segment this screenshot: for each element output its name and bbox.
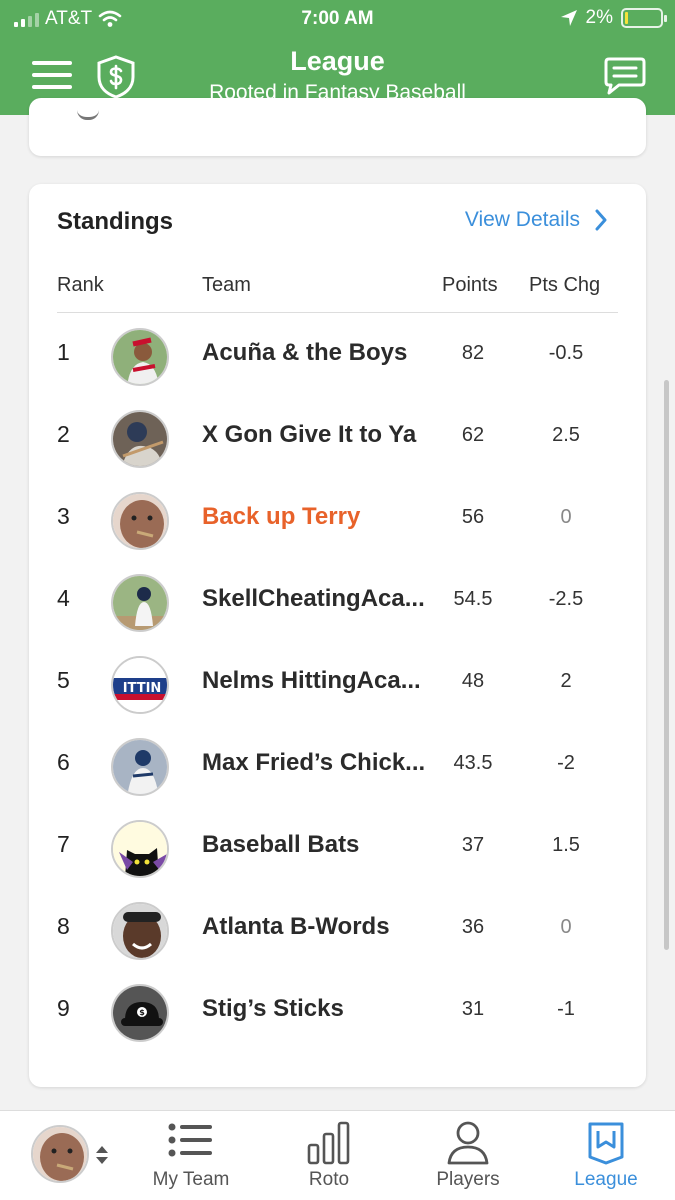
rank-value: 7 bbox=[57, 831, 70, 857]
column-header-team[interactable]: Team bbox=[202, 274, 251, 297]
team-avatar bbox=[111, 574, 169, 632]
rank-value: 9 bbox=[57, 995, 70, 1021]
my-avatar[interactable] bbox=[31, 1125, 89, 1183]
points-change-value: -0.5 bbox=[548, 342, 584, 364]
team-avatar bbox=[111, 410, 169, 468]
points-value: 48 bbox=[461, 670, 485, 692]
view-details-label: View Details bbox=[464, 208, 580, 231]
standings-row[interactable]: 2 X Gon Give It to Ya 62 2.5 bbox=[29, 397, 646, 479]
team-avatar bbox=[111, 902, 169, 960]
previous-card bbox=[29, 98, 646, 156]
points-change-value: -2 bbox=[557, 752, 575, 774]
standings-title: Standings bbox=[57, 208, 174, 235]
bottom-tab-bar: My Team Roto Players League bbox=[0, 1110, 675, 1200]
team-name[interactable]: Atlanta B-Words bbox=[202, 913, 434, 941]
team-avatar bbox=[111, 492, 169, 550]
scrollbar[interactable] bbox=[664, 380, 669, 950]
standings-card: Standings View Details Rank Team Points … bbox=[29, 184, 646, 1087]
standings-row[interactable]: 9 $ Stig’s Sticks 31 -1 bbox=[29, 971, 646, 1053]
points-change-value: 2.5 bbox=[552, 424, 580, 446]
points-change-value: 1.5 bbox=[552, 834, 580, 856]
header-divider bbox=[57, 312, 618, 313]
points-value: 37 bbox=[461, 834, 485, 856]
rank-value: 3 bbox=[57, 503, 70, 529]
rank-value: 5 bbox=[57, 667, 70, 693]
chat-icon[interactable] bbox=[603, 55, 647, 97]
team-avatar bbox=[111, 738, 169, 796]
points-value: 36 bbox=[461, 916, 485, 938]
card-fragment bbox=[77, 110, 99, 120]
standings-row[interactable]: 3 Back up Terry 56 0 bbox=[29, 479, 646, 561]
points-change-value: 2 bbox=[560, 670, 572, 692]
points-value: 62 bbox=[461, 424, 485, 446]
location-arrow-icon bbox=[560, 10, 577, 26]
status-bar: AT&T 7:00 AM 2% bbox=[0, 0, 675, 36]
team-name[interactable]: Baseball Bats bbox=[202, 831, 434, 859]
battery-icon bbox=[621, 8, 667, 28]
standings-row[interactable]: 7 Baseball Bats 37 1.5 bbox=[29, 807, 646, 889]
svg-text:ITTIN: ITTIN bbox=[123, 681, 162, 696]
list-icon bbox=[168, 1123, 212, 1157]
team-name[interactable]: Stig’s Sticks bbox=[202, 995, 434, 1023]
rank-value: 6 bbox=[57, 749, 70, 775]
points-value: 82 bbox=[461, 342, 485, 364]
view-details-link[interactable]: View Details bbox=[465, 208, 608, 232]
points-value: 56 bbox=[461, 506, 485, 528]
standings-row[interactable]: 6 Max Fried’s Chick... 43.5 -2 bbox=[29, 725, 646, 807]
rank-value: 2 bbox=[57, 421, 70, 447]
tab-league[interactable]: League bbox=[560, 1111, 652, 1200]
tab-label: My Team bbox=[152, 1169, 230, 1190]
tab-players[interactable]: Players bbox=[420, 1111, 516, 1200]
team-name[interactable]: X Gon Give It to Ya bbox=[202, 421, 434, 449]
team-name[interactable]: Acuña & the Boys bbox=[202, 339, 434, 367]
person-icon bbox=[447, 1121, 489, 1165]
column-header-pts-chg[interactable]: Pts Chg bbox=[529, 274, 600, 297]
team-avatar bbox=[111, 328, 169, 386]
team-name[interactable]: SkellCheatingAca... bbox=[202, 585, 434, 613]
standings-row[interactable]: 8 Atlanta B-Words 36 0 bbox=[29, 889, 646, 971]
bookmark-icon bbox=[588, 1122, 624, 1165]
team-switcher-arrows-icon[interactable] bbox=[95, 1144, 109, 1166]
standings-row[interactable]: 5 ITTIN Nelms HittingAca... 48 2 bbox=[29, 643, 646, 725]
points-change-value: 0 bbox=[560, 506, 572, 528]
team-avatar: ITTIN bbox=[111, 656, 169, 714]
tab-label: League bbox=[574, 1169, 638, 1190]
bar-chart-icon bbox=[307, 1121, 350, 1165]
rank-value: 1 bbox=[57, 339, 70, 365]
team-name[interactable]: Nelms HittingAca... bbox=[202, 667, 434, 695]
battery-info: 2% bbox=[560, 7, 667, 29]
page-title: League bbox=[290, 46, 385, 76]
standings-row[interactable]: 1 Acuña & the Boys 82 -0.5 bbox=[29, 315, 646, 397]
battery-percent: 2% bbox=[585, 7, 613, 28]
points-value: 31 bbox=[461, 998, 485, 1020]
points-value: 43.5 bbox=[453, 752, 493, 774]
tab-label: Players bbox=[436, 1169, 500, 1190]
points-value: 54.5 bbox=[453, 588, 493, 610]
rank-value: 8 bbox=[57, 913, 70, 939]
team-name-highlighted[interactable]: Back up Terry bbox=[202, 503, 434, 531]
team-name[interactable]: Max Fried’s Chick... bbox=[202, 749, 434, 777]
tab-roto[interactable]: Roto bbox=[280, 1111, 378, 1200]
column-header-points[interactable]: Points bbox=[442, 274, 498, 297]
tab-my-team[interactable]: My Team bbox=[140, 1111, 242, 1200]
team-avatar bbox=[111, 820, 169, 878]
chevron-right-icon bbox=[595, 209, 607, 231]
tab-label: Roto bbox=[308, 1169, 350, 1190]
points-change-value: -2.5 bbox=[548, 588, 584, 610]
points-change-value: -1 bbox=[557, 998, 575, 1020]
points-change-value: 0 bbox=[560, 916, 572, 938]
standings-row[interactable]: 4 SkellCheatingAca... 54.5 -2.5 bbox=[29, 561, 646, 643]
rank-value: 4 bbox=[57, 585, 70, 611]
svg-text:$: $ bbox=[139, 1008, 145, 1017]
column-header-rank[interactable]: Rank bbox=[57, 274, 104, 297]
team-avatar: $ bbox=[111, 984, 169, 1042]
